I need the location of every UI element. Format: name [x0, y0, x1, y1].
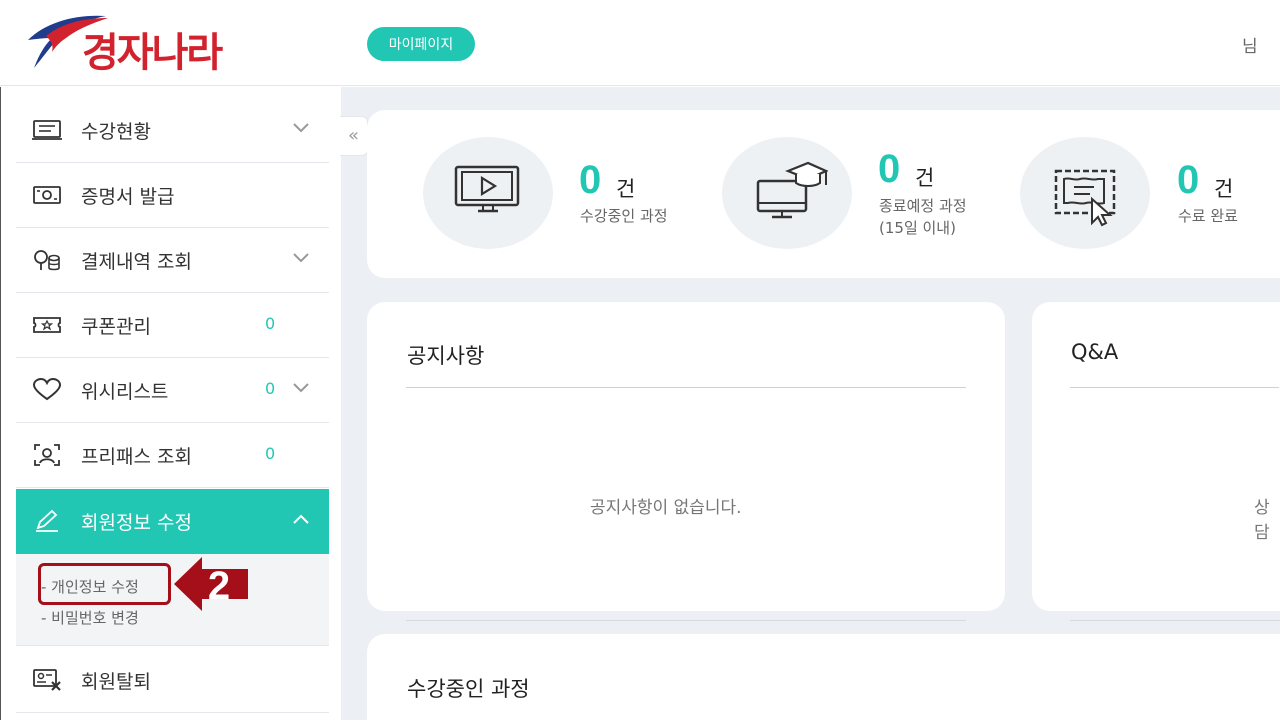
- sidebar-item-label: 수강현황: [81, 121, 151, 143]
- stat-unit: 건: [616, 177, 636, 201]
- coupon-icon: [33, 317, 61, 333]
- sidebar: 수강현황 증명서 발급 결제내역 조회 쿠폰관리 0 위시리스트 0 프리패스 …: [0, 87, 340, 720]
- freepass-count: 0: [265, 444, 276, 463]
- pencil-icon: [36, 509, 58, 532]
- stat-label: 수료 완료: [1178, 207, 1238, 225]
- stat-label-sub: (15일 이내): [879, 219, 956, 237]
- sidebar-item-freepass[interactable]: 프리패스 조회 0: [16, 423, 329, 488]
- qna-panel: Q&A 상담: [1032, 302, 1280, 611]
- stat-label: 종료예정 과정: [879, 197, 967, 215]
- panel-title[interactable]: 수강중인 과정: [407, 673, 530, 703]
- mypage-button[interactable]: 마이페이지: [367, 27, 475, 61]
- freepass-user-icon: [34, 444, 60, 466]
- sidebar-item-label: 회원탈퇴: [81, 671, 151, 693]
- stat-value: 0: [579, 158, 602, 202]
- monitor-play-icon: [454, 165, 520, 213]
- user-name-suffix: 님: [1242, 37, 1258, 57]
- sidebar-item-label: 프리패스 조회: [81, 446, 192, 468]
- stats-card: 0 건 수강중인 과정 0 건 종료예정 과정 (15일 이내) 0 건 수료 …: [367, 110, 1280, 278]
- graduation-monitor-icon: [756, 161, 828, 219]
- wishlist-count: 0: [265, 379, 276, 398]
- sidebar-collapse-button[interactable]: «: [340, 116, 368, 156]
- stat-unit: 건: [915, 166, 935, 190]
- sidebar-item-course-status[interactable]: 수강현황: [16, 98, 329, 163]
- left-arrow-badge-icon: 2: [174, 557, 248, 611]
- coupon-count: 0: [265, 314, 276, 333]
- sidebar-item-withdraw[interactable]: 회원탈퇴: [16, 648, 329, 713]
- certificate-icon: [33, 186, 61, 204]
- sidebar-item-label: 결제내역 조회: [81, 251, 192, 273]
- sidebar-item-label: 회원정보 수정: [81, 512, 192, 534]
- logo-text: 경자나라: [82, 30, 223, 76]
- chevron-down-icon[interactable]: [292, 382, 310, 394]
- sidebar-item-label: 쿠폰관리: [81, 316, 151, 338]
- sidebar-item-certificate[interactable]: 증명서 발급: [16, 163, 329, 228]
- sidebar-item-coupon[interactable]: 쿠폰관리 0: [16, 293, 329, 358]
- stat-icon-circle: [722, 137, 852, 249]
- panel-title[interactable]: 공지사항: [407, 340, 484, 370]
- empty-message: 공지사항이 없습니다.: [590, 498, 742, 518]
- sidebar-item-label: 증명서 발급: [81, 186, 175, 208]
- heart-icon: [32, 378, 62, 401]
- divider: [1070, 387, 1279, 388]
- chevron-up-icon[interactable]: [292, 513, 310, 525]
- course-list-icon: [32, 120, 62, 140]
- withdraw-card-icon: [33, 669, 61, 691]
- submenu-password-link[interactable]: - 비밀번호 변경: [41, 607, 139, 628]
- courses-panel: 수강중인 과정: [367, 634, 1280, 720]
- sidebar-item-payment[interactable]: 결제내역 조회: [16, 228, 329, 293]
- header: 경자나라 마이페이지 님: [0, 0, 1280, 86]
- highlight-box: [38, 563, 171, 605]
- divider: [406, 387, 966, 388]
- stat-unit: 건: [1214, 177, 1234, 201]
- stat-icon-circle: [423, 137, 553, 249]
- sidebar-item-label: 위시리스트: [81, 381, 169, 403]
- notice-panel: 공지사항 공지사항이 없습니다.: [367, 302, 1005, 611]
- logo[interactable]: 경자나라: [26, 12, 266, 76]
- divider: [406, 620, 966, 621]
- step-number: 2: [208, 564, 230, 608]
- chevron-down-icon[interactable]: [292, 122, 310, 134]
- certificate-click-icon: [1054, 169, 1116, 227]
- empty-message: 상담: [1254, 498, 1270, 543]
- panel-title[interactable]: Q&A: [1071, 340, 1118, 364]
- sidebar-item-member-info[interactable]: 회원정보 수정: [16, 489, 329, 554]
- divider: [1070, 620, 1280, 621]
- stat-value: 0: [878, 147, 901, 191]
- stat-label: 수강중인 과정: [580, 207, 668, 225]
- payment-coins-icon: [34, 250, 60, 271]
- stat-value: 0: [1177, 158, 1200, 202]
- sidebar-item-wishlist[interactable]: 위시리스트 0: [16, 358, 329, 423]
- chevron-down-icon[interactable]: [292, 252, 310, 264]
- stat-icon-circle: [1020, 137, 1150, 249]
